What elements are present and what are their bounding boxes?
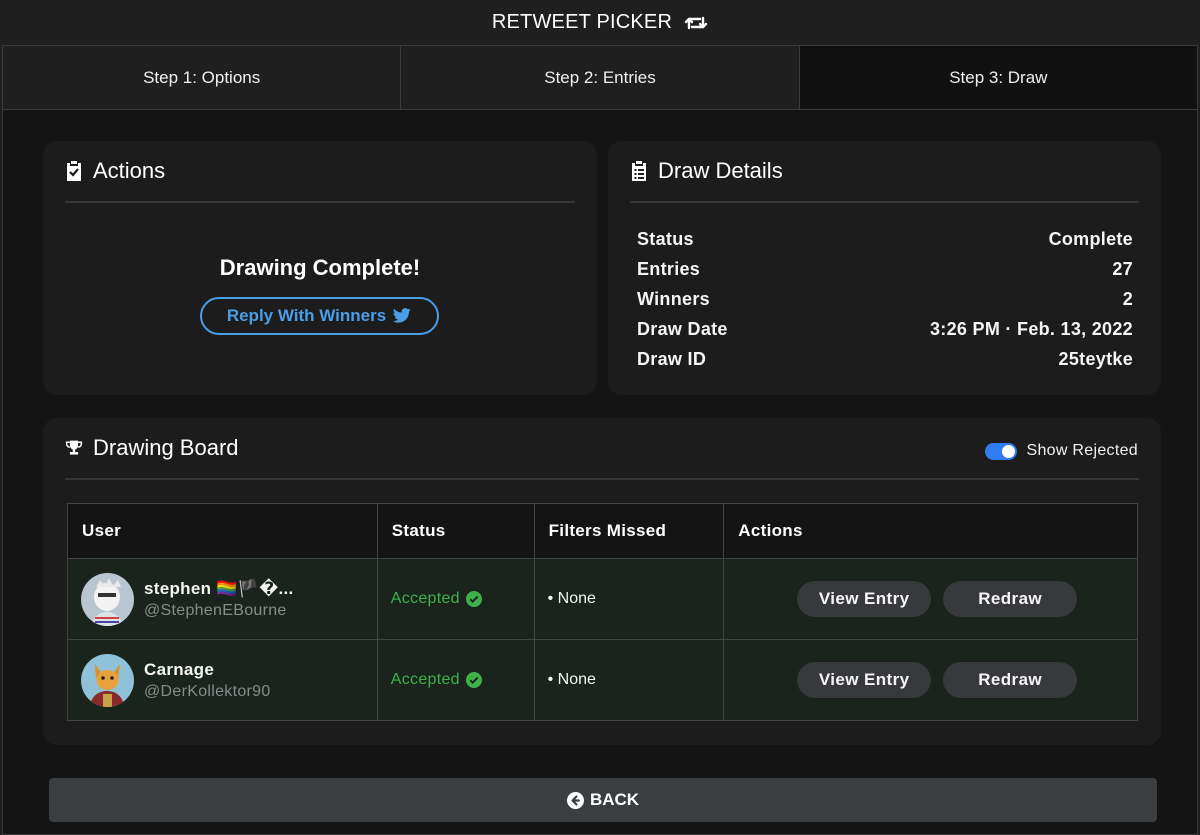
- user-cell: Carnage @DerKollektor90: [67, 639, 378, 721]
- detail-value: Complete: [1048, 228, 1133, 249]
- detail-row-draw-date: Draw Date 3:26 PM · Feb. 13, 2022: [637, 314, 1133, 344]
- detail-value: 25teytke: [1058, 348, 1133, 369]
- app-title: RETWEET PICKER: [491, 11, 673, 33]
- detail-row-winners: Winners 2: [637, 284, 1133, 314]
- reply-with-winners-button[interactable]: Reply With Winners: [200, 297, 439, 335]
- show-rejected-toggle-wrap: Show Rejected: [985, 442, 1138, 460]
- retweet-icon: [684, 16, 708, 29]
- detail-row-status: Status Complete: [637, 224, 1133, 254]
- drawing-board-header: Drawing Board: [65, 418, 1139, 480]
- trophy-icon: [65, 440, 83, 455]
- clipboard-list-icon: [632, 161, 646, 181]
- status-cell: Accepted: [376, 558, 535, 640]
- avatar[interactable]: [81, 572, 134, 626]
- check-circle-icon: [465, 591, 482, 607]
- tab-step-1-options[interactable]: Step 1: Options: [3, 46, 402, 109]
- status-badge: Accepted: [391, 590, 534, 608]
- wizard-frame: Step 1: Options Step 2: Entries Step 3: …: [2, 45, 1198, 835]
- view-entry-button[interactable]: View Entry: [797, 581, 932, 617]
- filters-missed-cell: • None: [533, 558, 725, 640]
- detail-label: Winners: [637, 288, 710, 309]
- user-handle[interactable]: @DerKollektor90: [144, 683, 271, 701]
- table-row: stephen 🏳️‍🌈🏴�... @StephenEBourne Accept…: [67, 558, 1138, 640]
- drawing-complete-message: Drawing Complete!: [219, 255, 421, 280]
- drawing-board-card: Drawing Board Show Rejected User Status …: [43, 418, 1161, 745]
- drawing-board-title: Drawing Board: [93, 435, 239, 460]
- detail-row-entries: Entries 27: [637, 254, 1133, 284]
- user-cell: stephen 🏳️‍🌈🏴�... @StephenEBourne: [67, 558, 378, 640]
- avatar[interactable]: [81, 653, 134, 707]
- draw-details-card: Draw Details Status Complete Entries 27 …: [608, 141, 1161, 395]
- back-button[interactable]: BACK: [49, 778, 1157, 822]
- detail-value: 2: [1122, 288, 1133, 309]
- detail-label: Draw Date: [637, 318, 728, 339]
- show-rejected-label: Show Rejected: [1026, 442, 1138, 459]
- app-header: RETWEET PICKER: [0, 0, 1200, 45]
- user-handle[interactable]: @StephenEBourne: [144, 602, 294, 620]
- reply-button-label: Reply With Winners: [226, 306, 387, 325]
- clipboard-check-icon: [67, 161, 81, 181]
- actions-card-header: Actions: [65, 141, 575, 203]
- draw-details-title: Draw Details: [658, 158, 783, 183]
- filters-missed-cell: • None: [533, 639, 725, 721]
- detail-value: 3:26 PM · Feb. 13, 2022: [930, 318, 1133, 339]
- actions-cell: View Entry Redraw: [723, 558, 1138, 640]
- actions-card: Actions Drawing Complete! Reply With Win…: [43, 141, 597, 395]
- draw-details-header: Draw Details: [630, 141, 1139, 203]
- tab-step-3-draw[interactable]: Step 3: Draw: [799, 46, 1197, 109]
- detail-label: Entries: [637, 258, 701, 279]
- show-rejected-toggle[interactable]: [985, 442, 1018, 460]
- detail-label: Draw ID: [637, 348, 707, 369]
- actions-cell: View Entry Redraw: [723, 639, 1138, 721]
- check-circle-icon: [465, 672, 482, 688]
- redraw-button[interactable]: Redraw: [943, 662, 1078, 698]
- column-header-actions: Actions: [723, 503, 1138, 559]
- actions-card-title: Actions: [93, 158, 166, 183]
- user-display-name: Carnage: [144, 659, 215, 679]
- status-badge: Accepted: [391, 671, 534, 689]
- draw-details-list: Status Complete Entries 27 Winners 2 Dra…: [637, 224, 1133, 374]
- view-entry-button[interactable]: View Entry: [797, 662, 932, 698]
- detail-row-draw-id: Draw ID 25teytke: [637, 344, 1133, 374]
- user-display-name: stephen 🏳️‍🌈🏴�...: [144, 578, 294, 598]
- column-header-status: Status: [376, 503, 535, 559]
- detail-label: Status: [637, 228, 694, 249]
- back-button-label: BACK: [589, 790, 640, 809]
- status-cell: Accepted: [376, 639, 535, 721]
- detail-value: 27: [1112, 258, 1133, 279]
- status-text: Accepted: [390, 590, 460, 607]
- step-tabs: Step 1: Options Step 2: Entries Step 3: …: [3, 46, 1197, 110]
- arrow-circle-left-icon: [566, 791, 584, 809]
- column-header-user: User: [67, 503, 378, 559]
- twitter-icon: [392, 308, 411, 323]
- status-text: Accepted: [390, 671, 460, 688]
- table-header-row: User Status Filters Missed Actions: [67, 503, 1138, 559]
- drawing-board-table: User Status Filters Missed Actions steph…: [67, 503, 1138, 721]
- redraw-button[interactable]: Redraw: [943, 581, 1078, 617]
- column-header-filters-missed: Filters Missed: [533, 503, 725, 559]
- tab-step-2-entries[interactable]: Step 2: Entries: [401, 46, 800, 109]
- table-row: Carnage @DerKollektor90 Accepted • None: [67, 639, 1138, 721]
